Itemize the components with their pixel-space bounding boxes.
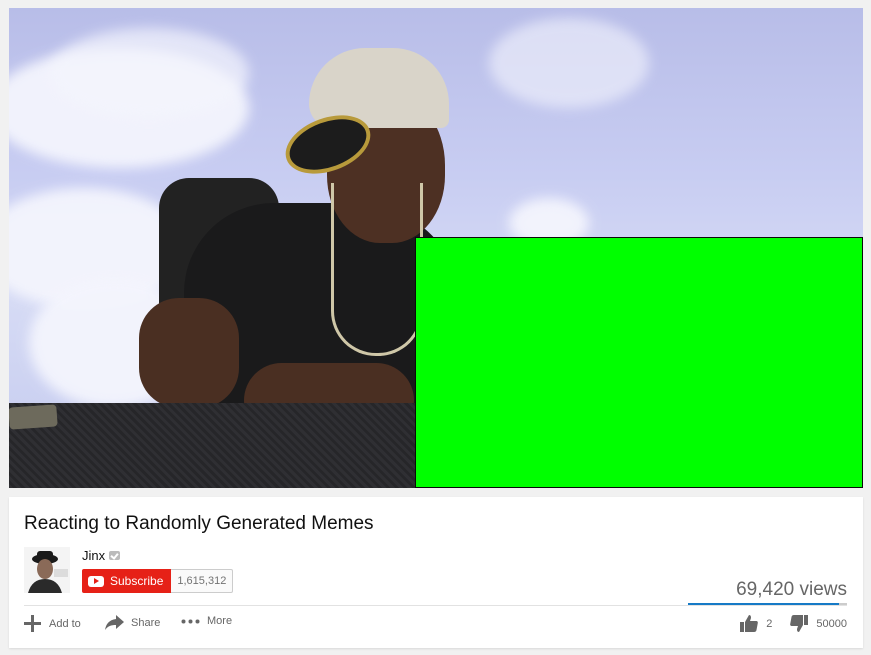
youtube-play-icon [88, 575, 104, 587]
channel-avatar[interactable] [24, 547, 70, 593]
channel-name: Jinx [82, 548, 106, 563]
subscribe-group: Subscribe 1,615,312 [82, 569, 234, 593]
video-player[interactable] [9, 8, 863, 488]
cloud [489, 18, 649, 108]
phone [9, 404, 58, 430]
like-count: 2 [766, 617, 773, 630]
plus-icon [24, 615, 41, 632]
share-arrow-icon [105, 615, 124, 630]
video-title: Reacting to Randomly Generated Memes [24, 513, 374, 534]
green-screen-overlay [415, 237, 863, 488]
subscribe-button[interactable]: Subscribe [82, 569, 172, 593]
video-info-panel: Reacting to Randomly Generated Memes Jin… [9, 497, 863, 648]
subscriber-count: 1,615,312 [171, 569, 234, 593]
share-label: Share [131, 616, 161, 629]
subscribe-label: Subscribe [110, 574, 164, 588]
cloud [49, 28, 249, 118]
share-button[interactable]: Share [105, 615, 160, 630]
avatar-icon [24, 547, 70, 593]
thumbs-down-icon [790, 615, 809, 632]
like-dislike-group: 2 50000 [740, 615, 847, 632]
view-count: 69,420 views [736, 579, 847, 600]
channel-name-link[interactable]: Jinx [82, 548, 121, 563]
like-button[interactable]: 2 [740, 615, 772, 632]
more-dots-icon [181, 619, 200, 623]
person-arm [139, 298, 239, 408]
more-button[interactable]: More [181, 615, 232, 627]
dislike-count: 50000 [816, 617, 847, 630]
dislike-button[interactable]: 50000 [790, 615, 847, 632]
verified-check-icon [109, 551, 121, 560]
necklace [331, 183, 423, 356]
table [9, 403, 439, 488]
divider [24, 605, 847, 606]
more-label: More [207, 615, 233, 627]
add-to-button[interactable]: Add to [24, 615, 81, 632]
thumbs-up-icon [740, 615, 759, 632]
add-to-label: Add to [49, 617, 81, 630]
